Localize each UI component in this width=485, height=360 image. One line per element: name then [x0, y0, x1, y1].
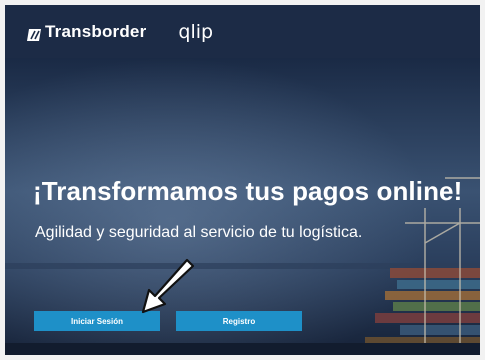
- transborder-logo[interactable]: Transborder: [27, 22, 146, 42]
- hero-headline: ¡Transformamos tus pagos online!: [33, 176, 463, 206]
- brand-name: Transborder: [45, 21, 147, 41]
- hero-section: ¡Transformamos tus pagos online! Agilida…: [5, 58, 480, 355]
- hero-subheadline: Agilidad y seguridad al servicio de tu l…: [35, 224, 363, 241]
- page-frame: Transborder qlip ¡Transformamos tus pago…: [5, 5, 480, 355]
- qlip-logo[interactable]: qlip: [178, 21, 213, 43]
- top-navigation: Transborder qlip: [5, 5, 480, 58]
- transborder-logo-mark-icon: [27, 26, 41, 41]
- arrow-pointer-icon: [141, 258, 195, 314]
